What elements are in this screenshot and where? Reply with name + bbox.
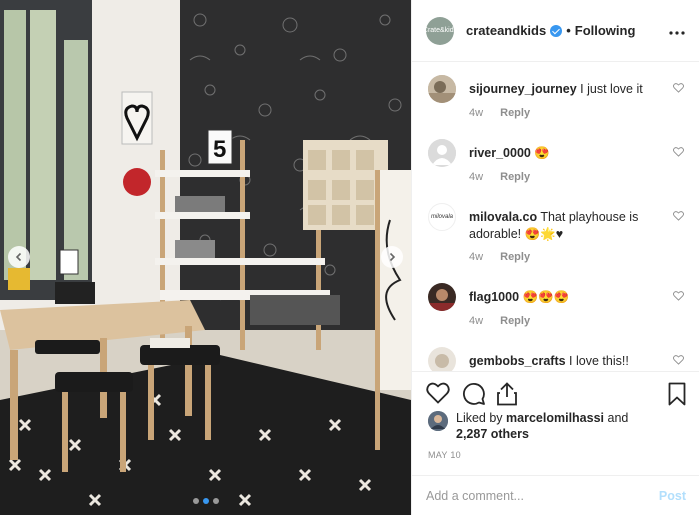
comment-text: milovala.co That playhouse is adorable! … — [469, 209, 659, 243]
likes-count[interactable]: 2,287 others — [456, 427, 529, 441]
more-options-button[interactable] — [669, 22, 685, 40]
comment-like-heart-icon[interactable] — [673, 355, 684, 365]
account-username[interactable]: crateandkids — [466, 23, 546, 38]
comment-like-heart-icon[interactable] — [673, 147, 684, 157]
comment-item: gembobs_crafts I love this!! Xxxx — [428, 347, 690, 371]
profile-photo — [428, 283, 456, 311]
share-upload-icon[interactable] — [496, 382, 518, 406]
comment-like-heart-icon[interactable] — [673, 211, 684, 221]
comment-item: flag1000 😍😍😍 4w Reply — [428, 283, 690, 343]
comment-like-heart-icon[interactable] — [673, 83, 684, 93]
avatar[interactable] — [428, 75, 456, 103]
liked-by-joiner: and — [607, 411, 629, 425]
comment-meta: 4w Reply — [469, 171, 530, 183]
avatar[interactable]: milovala — [428, 203, 456, 231]
post-side-panel: Crate&kids crateandkids • Following sijo… — [411, 0, 699, 515]
comment-age[interactable]: 4w — [469, 171, 483, 183]
reply-button[interactable]: Reply — [500, 251, 530, 263]
carousel-dot — [192, 498, 199, 504]
carousel-dot — [212, 498, 219, 504]
comment-age[interactable]: 4w — [469, 315, 483, 327]
likes-summary: Liked by marcelomilhassi and 2,287 other… — [428, 410, 628, 442]
comment-item: sijourney_journey I just love it 4w Repl… — [428, 75, 690, 135]
profile-photo — [428, 347, 456, 371]
comment-username[interactable]: sijourney_journey — [469, 82, 577, 96]
carousel-next-button[interactable] — [381, 246, 403, 268]
comment-meta: 4w Reply — [469, 315, 530, 327]
liker-avatar[interactable] — [428, 411, 448, 431]
comment-age[interactable]: 4w — [469, 251, 483, 263]
like-heart-icon[interactable] — [426, 382, 450, 404]
post-date[interactable]: MAY 10 — [428, 450, 461, 460]
chevron-right-icon — [389, 252, 396, 262]
liked-by-prefix: Liked by — [456, 411, 503, 425]
comment-body: I just love it — [580, 82, 643, 96]
account-logo-text: Crate&kids — [422, 26, 458, 34]
header-separator: • — [566, 23, 571, 38]
chevron-left-icon — [15, 252, 22, 262]
verified-badge-icon — [550, 24, 563, 37]
more-horizontal-icon — [669, 30, 685, 35]
post-actions: Liked by marcelomilhassi and 2,287 other… — [412, 371, 699, 475]
avatar-logo-text: milovala — [430, 214, 453, 220]
comment-text: flag1000 😍😍😍 — [469, 289, 659, 306]
comment-body: 😍 — [534, 146, 550, 160]
add-comment-bar: Post — [412, 475, 699, 515]
post-header: Crate&kids crateandkids • Following — [412, 0, 699, 62]
reply-button[interactable]: Reply — [500, 171, 530, 183]
comment-bubble-icon[interactable] — [462, 382, 486, 406]
bookmark-save-icon[interactable] — [668, 382, 686, 406]
comment-text: river_0000 😍 — [469, 145, 659, 162]
comment-username[interactable]: milovala.co — [469, 210, 537, 224]
likes-text: Liked by marcelomilhassi and 2,287 other… — [456, 410, 628, 442]
comment-meta: 4w Reply — [469, 107, 530, 119]
comment-meta: 4w Reply — [469, 251, 530, 263]
comment-age[interactable]: 4w — [469, 107, 483, 119]
comment-like-heart-icon[interactable] — [673, 291, 684, 301]
comment-username[interactable]: river_0000 — [469, 146, 531, 160]
comment-item: river_0000 😍 4w Reply — [428, 139, 690, 199]
comment-username[interactable]: flag1000 — [469, 290, 519, 304]
comments-list[interactable]: sijourney_journey I just love it 4w Repl… — [412, 63, 699, 371]
following-button[interactable]: Following — [575, 23, 636, 38]
carousel-prev-button[interactable] — [8, 246, 30, 268]
liker-username[interactable]: marcelomilhassi — [506, 411, 604, 425]
reply-button[interactable]: Reply — [500, 107, 530, 119]
profile-photo — [428, 75, 456, 103]
number-card: 5 — [213, 136, 226, 163]
carousel-indicator — [0, 498, 411, 504]
post-comment-button[interactable]: Post — [659, 489, 686, 503]
avatar[interactable] — [428, 347, 456, 371]
avatar[interactable] — [428, 139, 456, 167]
carousel-dot-active — [202, 498, 209, 504]
comment-text: gembobs_crafts I love this!! Xxxx — [469, 353, 659, 371]
profile-photo — [428, 411, 448, 431]
comment-input[interactable] — [426, 488, 659, 503]
comment-item: milovala milovala.co That playhouse is a… — [428, 203, 690, 283]
reply-button[interactable]: Reply — [500, 315, 530, 327]
playroom-photo: 5 — [0, 0, 411, 515]
post-photo[interactable]: 5 — [0, 0, 411, 515]
avatar[interactable] — [428, 283, 456, 311]
account-avatar[interactable]: Crate&kids — [422, 16, 458, 45]
comment-body: 😍😍😍 — [522, 290, 570, 304]
comment-text: sijourney_journey I just love it — [469, 81, 659, 98]
action-icons — [426, 382, 686, 406]
default-profile-icon — [428, 139, 456, 167]
comment-username[interactable]: gembobs_crafts — [469, 354, 566, 368]
